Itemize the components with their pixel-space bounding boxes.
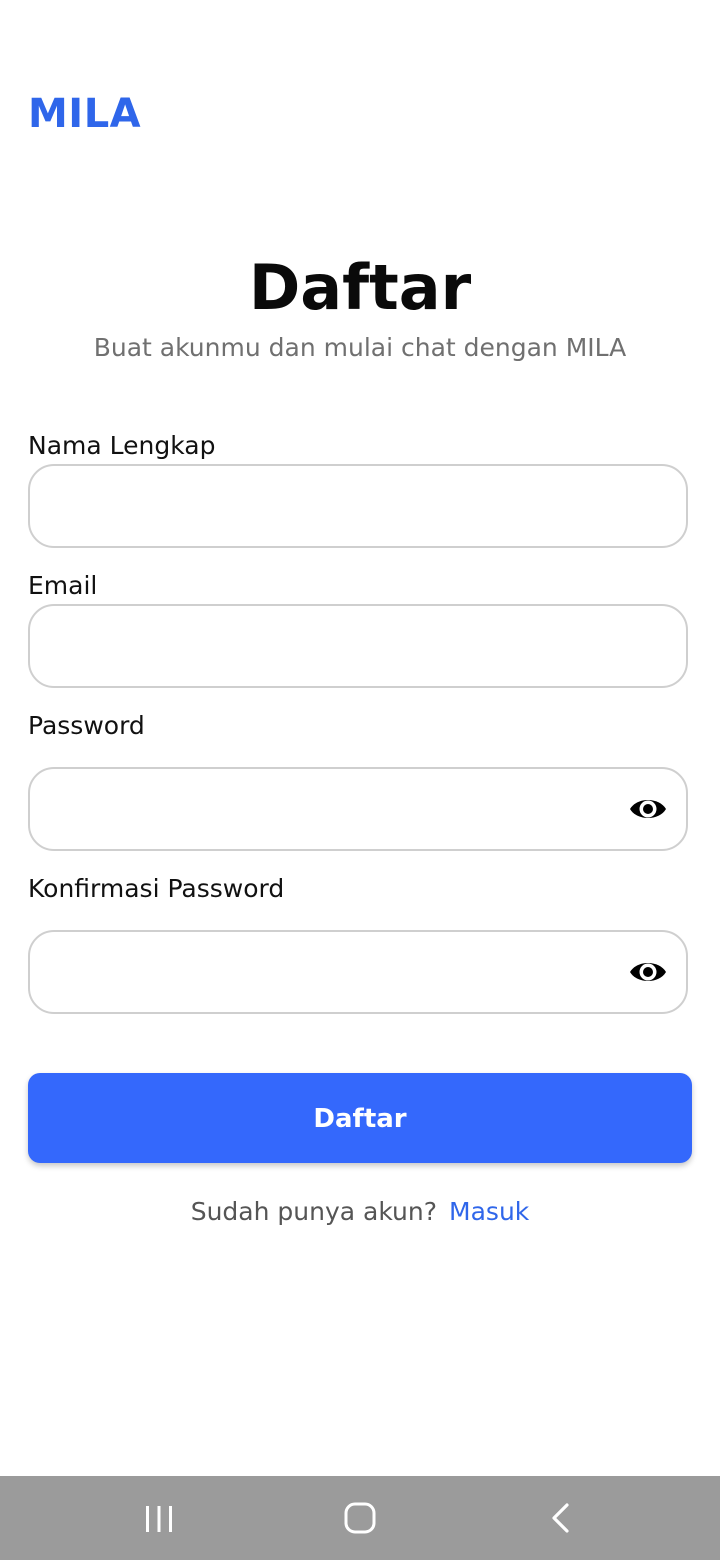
email-input[interactable] bbox=[50, 606, 620, 686]
confirm-password-input[interactable] bbox=[50, 932, 620, 1012]
back-icon[interactable] bbox=[532, 1488, 592, 1548]
app-logo: MILA bbox=[28, 91, 142, 137]
signin-prompt: Sudah punya akun? Masuk bbox=[0, 1194, 720, 1230]
email-field[interactable] bbox=[28, 604, 688, 688]
full-name-label: Nama Lengkap bbox=[28, 431, 216, 460]
signin-question: Sudah punya akun? bbox=[190, 1197, 438, 1226]
eye-icon[interactable] bbox=[628, 956, 668, 988]
register-screen: MILA Daftar Buat akunmu dan mulai chat d… bbox=[0, 0, 720, 1560]
email-label: Email bbox=[28, 571, 98, 600]
confirm-password-label: Konfirmasi Password bbox=[28, 874, 285, 903]
confirm-password-field[interactable] bbox=[28, 930, 688, 1014]
eye-icon[interactable] bbox=[628, 793, 668, 825]
full-name-field[interactable] bbox=[28, 464, 688, 548]
home-icon[interactable] bbox=[330, 1488, 390, 1548]
password-label: Password bbox=[28, 711, 145, 740]
page-title: Daftar bbox=[248, 251, 472, 324]
system-nav-bar bbox=[0, 1476, 720, 1560]
password-input[interactable] bbox=[50, 769, 620, 849]
signin-link[interactable]: Masuk bbox=[449, 1197, 529, 1226]
page-subtitle: Buat akunmu dan mulai chat dengan MILA bbox=[93, 333, 627, 362]
full-name-input[interactable] bbox=[50, 466, 620, 546]
recents-icon[interactable] bbox=[129, 1488, 189, 1548]
password-field[interactable] bbox=[28, 767, 688, 851]
register-button[interactable]: Daftar bbox=[28, 1073, 692, 1163]
